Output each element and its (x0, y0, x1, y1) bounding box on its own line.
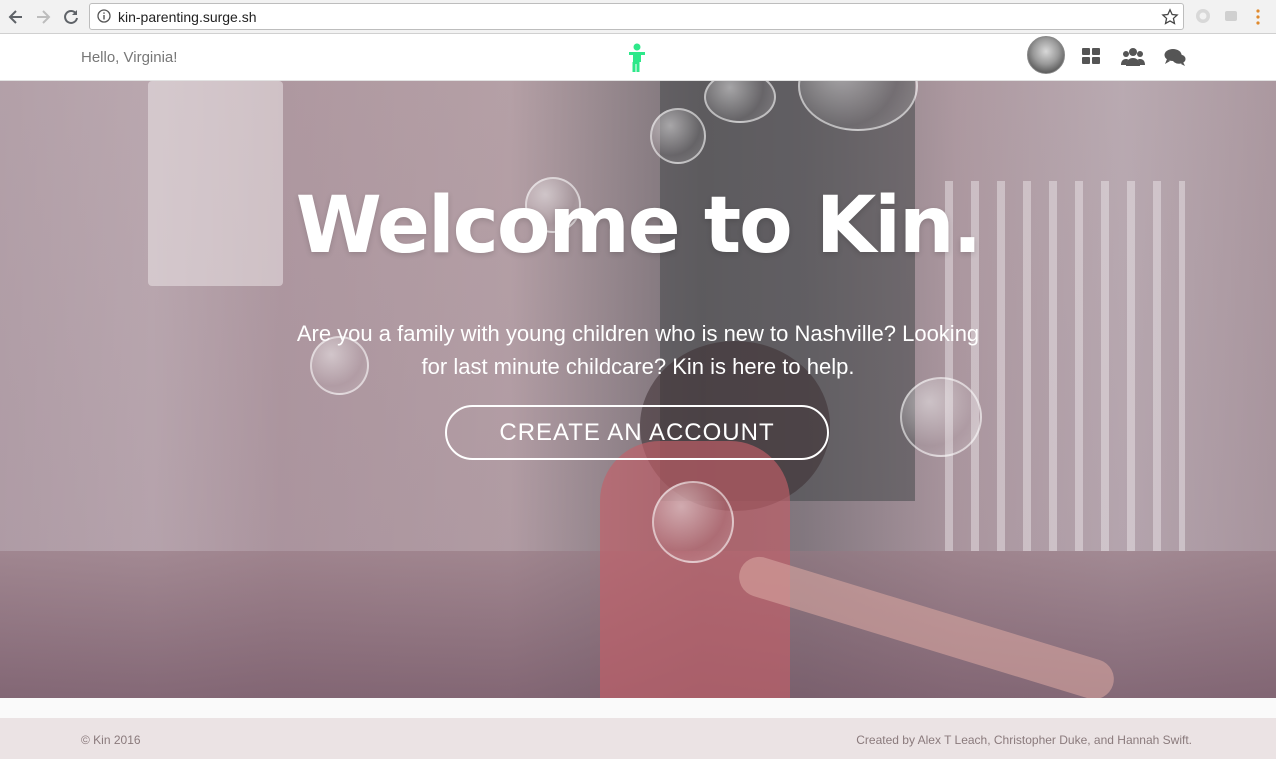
hero-title: Welcome to Kin. (295, 181, 982, 271)
greeting-text: Hello, Virginia! (81, 49, 178, 66)
extension-icon[interactable] (1195, 8, 1211, 24)
info-icon[interactable] (97, 9, 111, 23)
site-header: Hello, Virginia! (0, 34, 1276, 81)
back-arrow-icon[interactable] (6, 7, 26, 27)
reload-icon[interactable] (61, 7, 81, 27)
footer-spacer (0, 698, 1276, 718)
url-text[interactable]: kin-parenting.surge.sh (118, 9, 257, 25)
bubble (900, 377, 982, 457)
copyright-text: © Kin 2016 (81, 733, 141, 747)
dashboard-icon[interactable] (1082, 47, 1100, 67)
chat-icon[interactable] (1164, 47, 1186, 67)
forward-arrow-icon[interactable] (33, 7, 53, 27)
avatar[interactable] (1027, 36, 1065, 74)
hero-section: Welcome to Kin. Are you a family with yo… (0, 81, 1276, 698)
bubble (650, 108, 706, 164)
users-icon[interactable] (1121, 47, 1145, 67)
browser-toolbar: kin-parenting.surge.sh (0, 0, 1276, 34)
bubble (652, 481, 734, 563)
bookmark-star-icon[interactable] (1161, 8, 1179, 26)
create-account-button[interactable]: CREATE AN ACCOUNT (445, 405, 829, 460)
address-bar[interactable]: kin-parenting.surge.sh (89, 3, 1184, 30)
footer: © Kin 2016 Created by Alex T Leach, Chri… (0, 718, 1276, 759)
kin-logo-icon[interactable] (626, 43, 648, 73)
menu-dots-icon[interactable] (1253, 8, 1263, 26)
credits-text: Created by Alex T Leach, Christopher Duk… (856, 733, 1192, 747)
hero-subtitle: Are you a family with young children who… (296, 321, 980, 379)
extension-2-icon[interactable] (1223, 8, 1239, 24)
